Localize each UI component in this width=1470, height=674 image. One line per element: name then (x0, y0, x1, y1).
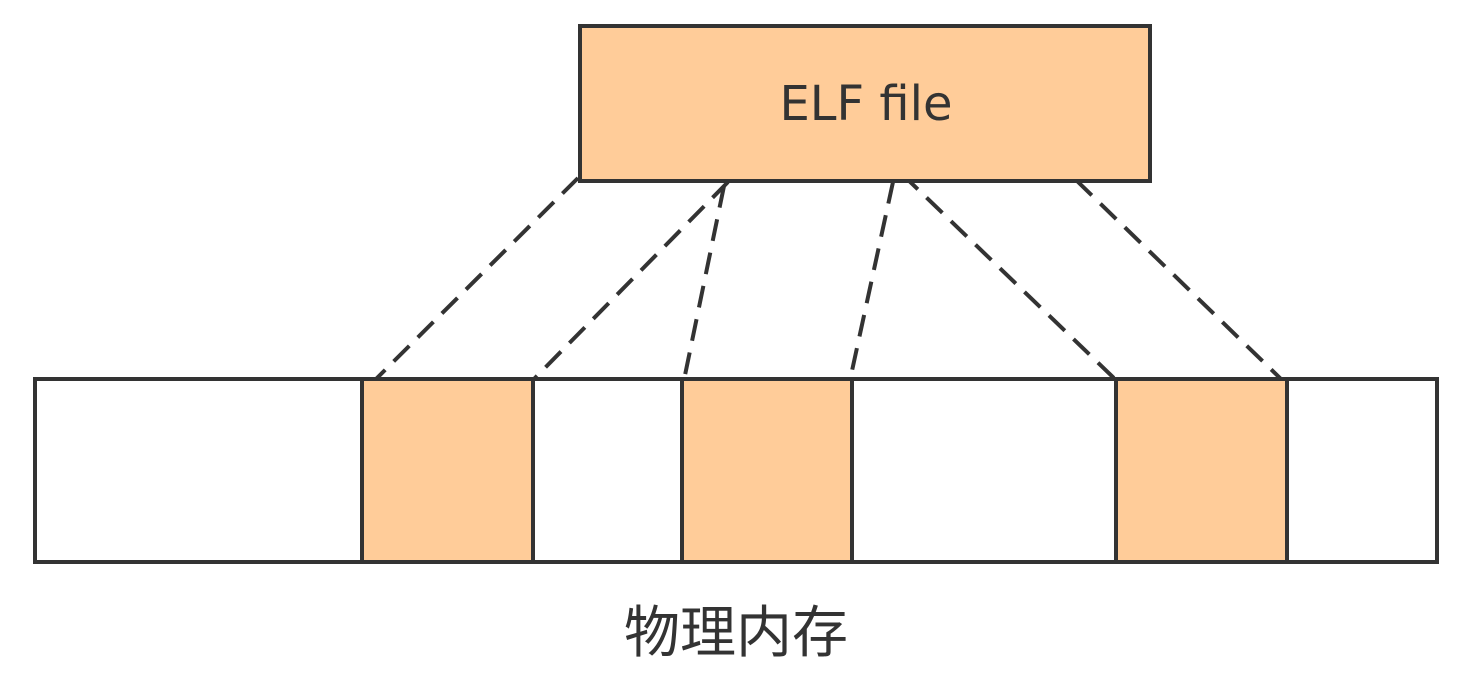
mapping-line-6 (1074, 178, 1284, 382)
memory-block-6 (1114, 377, 1289, 564)
mapping-line-5 (900, 172, 1118, 382)
memory-block-7 (1285, 377, 1439, 564)
memory-block-3 (531, 377, 684, 564)
mapping-line-1 (373, 176, 580, 382)
elf-file-box: ELF file (578, 24, 1152, 183)
memory-caption: 物理内存 (624, 601, 848, 666)
memory-block-5 (850, 377, 1118, 564)
elf-mapping-diagram: ELF file 物理内存 (33, 24, 1439, 666)
mapping-line-3 (682, 185, 726, 381)
mapping-line-4 (848, 181, 895, 381)
physical-memory-bar (33, 377, 1439, 564)
elf-file-label: ELF file (779, 76, 952, 132)
mapping-lines (373, 172, 1284, 382)
mapping-line-2 (531, 180, 730, 382)
memory-block-2 (360, 377, 535, 564)
memory-block-4 (680, 377, 854, 564)
memory-block-1 (33, 377, 364, 564)
